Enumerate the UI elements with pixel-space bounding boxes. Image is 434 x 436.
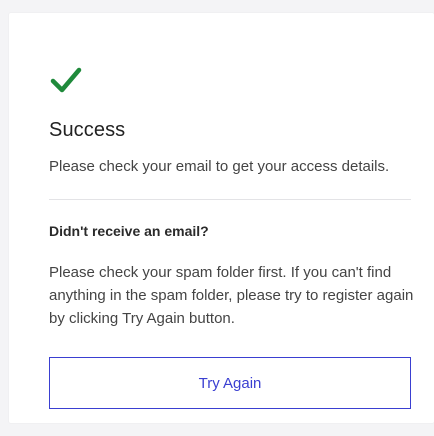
success-title: Success [49, 119, 126, 141]
checkmark-icon [50, 67, 82, 93]
spam-folder-instructions: Please check your spam folder first. If … [49, 264, 414, 327]
success-message: Please check your email to get your acce… [49, 158, 390, 175]
divider [49, 199, 411, 200]
no-email-question: Didn't receive an email? [49, 223, 209, 239]
success-card: Success Please check your email to get y… [9, 13, 434, 423]
try-again-button[interactable]: Try Again [49, 357, 411, 409]
